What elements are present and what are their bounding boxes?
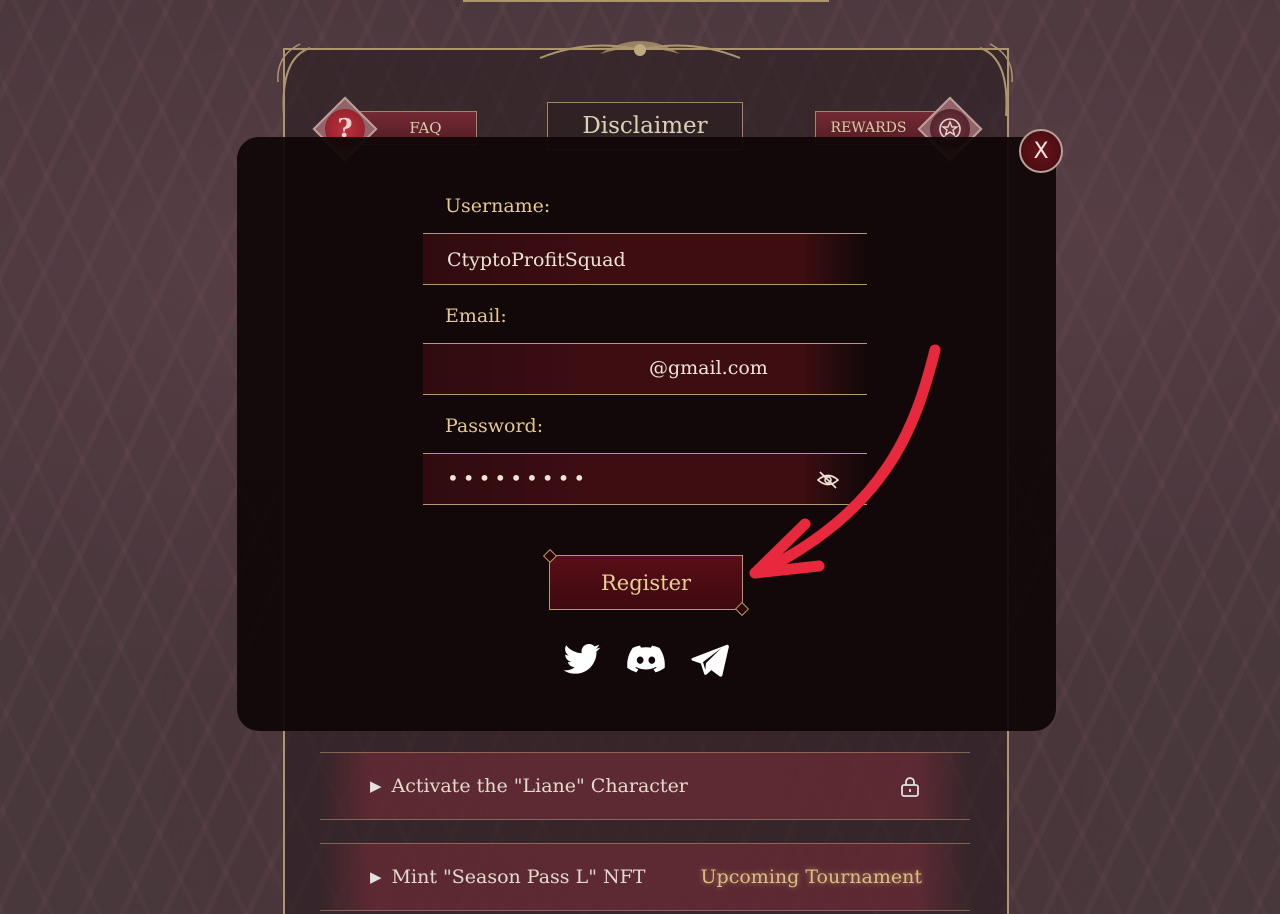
email-label: Email: xyxy=(445,305,507,327)
password-value: ••••••••• xyxy=(447,466,590,490)
username-label: Username: xyxy=(445,195,551,217)
annotation-arrow-icon xyxy=(749,344,941,579)
close-button[interactable]: X xyxy=(1019,129,1063,173)
username-field[interactable] xyxy=(423,233,867,286)
telegram-icon[interactable] xyxy=(688,639,732,679)
username-input[interactable] xyxy=(445,234,839,286)
discord-icon[interactable] xyxy=(624,639,668,679)
twitter-icon[interactable] xyxy=(560,639,604,679)
password-label: Password: xyxy=(445,415,544,437)
register-button[interactable]: Register xyxy=(549,555,743,610)
